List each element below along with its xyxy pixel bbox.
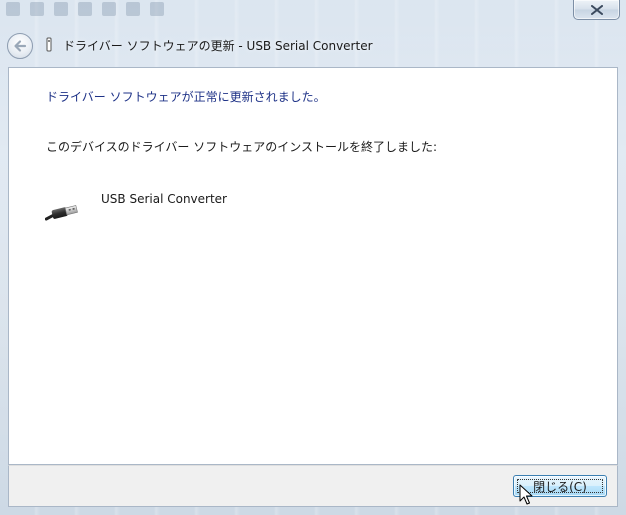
bg-toolbar-icon xyxy=(126,2,140,16)
bg-toolbar-icon xyxy=(78,2,92,16)
window-title: ドライバー ソフトウェアの更新 - USB Serial Converter xyxy=(63,39,373,53)
install-message: このデバイスのドライバー ソフトウェアのインストールを終了しました: xyxy=(46,140,438,154)
bg-toolbar-icon xyxy=(6,2,20,16)
back-arrow-icon xyxy=(14,40,27,52)
usb-device-icon xyxy=(46,37,52,52)
bg-toolbar-icon xyxy=(102,2,116,16)
background-toolbar xyxy=(6,2,164,18)
close-x-icon xyxy=(590,4,603,15)
back-button[interactable] xyxy=(7,33,33,59)
close-button-label: 閉じる(C) xyxy=(533,479,587,494)
bg-toolbar-icon xyxy=(54,2,68,16)
dialog-window: ドライバー ソフトウェアの更新 - USB Serial Converter ド… xyxy=(0,0,626,515)
usb-connector-icon xyxy=(45,205,78,221)
window-close-button[interactable] xyxy=(573,0,620,20)
bg-toolbar-icon xyxy=(30,2,44,16)
device-name: USB Serial Converter xyxy=(101,192,227,206)
success-heading: ドライバー ソフトウェアが正常に更新されました。 xyxy=(46,90,326,104)
content-panel: ドライバー ソフトウェアが正常に更新されました。 このデバイスのドライバー ソフ… xyxy=(8,67,618,465)
mouse-cursor-icon xyxy=(519,484,533,505)
bg-toolbar-icon xyxy=(150,2,164,16)
